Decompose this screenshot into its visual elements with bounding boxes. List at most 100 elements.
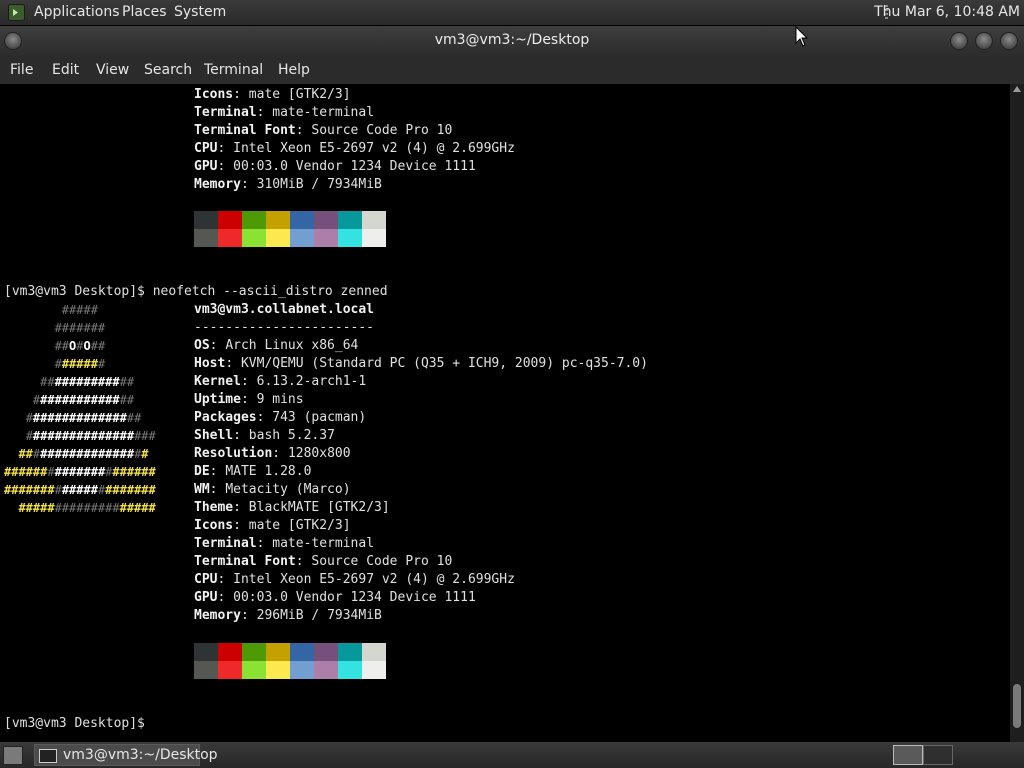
ascii-line: #####################	[4, 483, 156, 497]
ascii-line: #############	[40, 375, 135, 389]
info-line: GPU: 00:03.0 Vendor 1234 Device 1111	[194, 590, 476, 605]
taskbar-window-label: vm3@vm3:~/Desktop	[63, 747, 218, 763]
color-swatch	[218, 229, 242, 247]
info-line: Terminal Font: Source Code Pro 10	[194, 554, 453, 569]
terminal-scrollbar[interactable]	[1010, 84, 1024, 742]
mouse-pointer-icon	[795, 26, 809, 47]
color-swatch	[266, 229, 290, 247]
color-swatch	[338, 211, 362, 229]
info-line: CPU: Intel Xeon E5-2697 v2 (4) @ 2.699GH…	[194, 141, 515, 156]
color-swatch	[338, 643, 362, 661]
color-swatch	[266, 643, 290, 661]
minimize-button[interactable]	[950, 32, 968, 50]
color-swatch	[362, 643, 386, 661]
color-swatch	[290, 643, 314, 661]
info-line: DE: MATE 1.28.0	[194, 464, 312, 479]
color-swatch	[338, 661, 362, 679]
ascii-line: #######	[54, 357, 106, 371]
maximize-button[interactable]	[975, 32, 993, 50]
color-swatch	[314, 643, 338, 661]
info-line: GPU: 00:03.0 Vendor 1234 Device 1111	[194, 159, 476, 174]
clock[interactable]: Thu Mar 6, 10:48 AM	[874, 0, 1020, 25]
color-swatch	[242, 661, 266, 679]
info-line: Icons: mate [GTK2/3]	[194, 87, 351, 102]
color-swatch	[314, 661, 338, 679]
info-line: CPU: Intel Xeon E5-2697 v2 (4) @ 2.699GH…	[194, 572, 515, 587]
info-line: Kernel: 6.13.2-arch1-1	[194, 374, 367, 389]
ascii-line: #####################	[4, 465, 156, 479]
scrollbar-thumb[interactable]	[1013, 684, 1021, 728]
color-swatch	[194, 229, 218, 247]
ascii-line: #######	[54, 321, 106, 335]
color-swatch	[290, 229, 314, 247]
window-titlebar[interactable]: vm3@vm3:~/Desktop	[0, 26, 1024, 56]
color-palette	[194, 211, 386, 247]
ascii-line: ################	[25, 411, 142, 425]
separator: -----------------------	[194, 320, 375, 335]
top-panel: Applications Places System Thu Mar 6, 10…	[0, 0, 1024, 25]
info-line: Shell: bash 5.2.37	[194, 428, 335, 443]
applications-menu-icon[interactable]	[8, 4, 25, 21]
menu-bar: File Edit View Search Terminal Help	[0, 56, 1024, 84]
color-palette	[194, 643, 386, 679]
color-swatch	[218, 211, 242, 229]
info-line: Uptime: 9 mins	[194, 392, 304, 407]
ascii-line: ##O#O##	[54, 339, 106, 353]
info-line: Packages: 743 (pacman)	[194, 410, 367, 425]
color-swatch	[194, 661, 218, 679]
ascii-line: ###################	[18, 501, 156, 515]
color-swatch	[266, 661, 290, 679]
system-menu[interactable]: System	[174, 0, 226, 25]
info-line: Terminal Font: Source Code Pro 10	[194, 123, 453, 138]
places-menu[interactable]: Places	[122, 0, 167, 25]
bottom-panel: vm3@vm3:~/Desktop	[0, 742, 1024, 768]
show-desktop-icon[interactable]	[3, 746, 23, 765]
info-line: Resolution: 1280x800	[194, 446, 351, 461]
menu-edit[interactable]: Edit	[52, 56, 79, 84]
color-swatch	[218, 643, 242, 661]
color-swatch	[362, 229, 386, 247]
applications-menu[interactable]: Applications	[34, 0, 120, 25]
info-line: WM: Metacity (Marco)	[194, 482, 351, 497]
window-title: vm3@vm3:~/Desktop	[434, 32, 590, 48]
info-line: Terminal: mate-terminal	[194, 105, 375, 120]
taskbar-window-button[interactable]: vm3@vm3:~/Desktop	[34, 744, 218, 766]
info-line: Terminal: mate-terminal	[194, 536, 375, 551]
ascii-line: #####	[61, 303, 98, 317]
workspace-1[interactable]	[893, 745, 923, 765]
scroll-up-icon[interactable]	[1013, 86, 1021, 92]
menu-view[interactable]: View	[96, 56, 129, 84]
command-line: [vm3@vm3 Desktop]$ neofetch --ascii_dist…	[4, 284, 388, 299]
color-swatch	[266, 211, 290, 229]
info-line: Host: KVM/QEMU (Standard PC (Q35 + ICH9,…	[194, 356, 648, 371]
terminal-output[interactable]: Icons: mate [GTK2/3] Terminal: mate-term…	[0, 84, 1010, 742]
menu-help[interactable]: Help	[278, 56, 310, 84]
terminal-window-icon	[39, 749, 57, 763]
color-swatch	[338, 229, 362, 247]
info-line: OS: Arch Linux x86_64	[194, 338, 359, 353]
color-swatch	[314, 211, 338, 229]
color-swatch	[218, 661, 242, 679]
workspace-2[interactable]	[923, 745, 953, 765]
ascii-line: ##################	[18, 447, 149, 461]
color-swatch	[362, 661, 386, 679]
color-swatch	[362, 211, 386, 229]
info-line: Memory: 296MiB / 7934MiB	[194, 608, 382, 623]
ascii-line: ##################	[25, 429, 156, 443]
color-swatch	[242, 211, 266, 229]
ascii-line: ##############	[32, 393, 135, 407]
info-line: Icons: mate [GTK2/3]	[194, 518, 351, 533]
color-swatch	[314, 229, 338, 247]
menu-terminal[interactable]: Terminal	[204, 56, 263, 84]
menu-search[interactable]: Search	[144, 56, 192, 84]
info-line: Theme: BlackMATE [GTK2/3]	[194, 500, 390, 515]
info-line: Memory: 310MiB / 7934MiB	[194, 177, 382, 192]
color-swatch	[242, 229, 266, 247]
color-swatch	[290, 211, 314, 229]
close-button[interactable]	[1000, 32, 1018, 50]
color-swatch	[242, 643, 266, 661]
color-swatch	[194, 211, 218, 229]
menu-file[interactable]: File	[10, 56, 33, 84]
shell-prompt[interactable]: [vm3@vm3 Desktop]$	[4, 715, 145, 733]
color-swatch	[290, 661, 314, 679]
